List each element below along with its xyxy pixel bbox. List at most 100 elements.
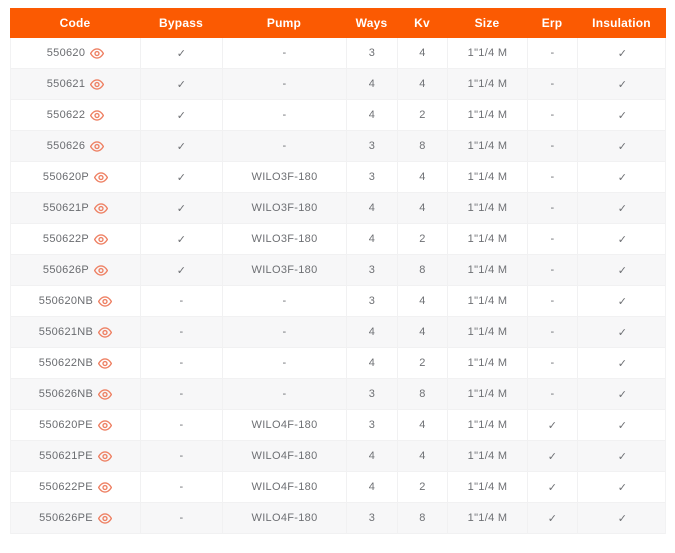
column-header-pump: Pump [222,8,346,38]
code-cell: 550626P [11,255,141,285]
size-cell: 1"1/4 M [448,503,528,533]
erp-cell: - [528,69,578,99]
code-cell: 550621PE [11,441,141,471]
pump-cell: WILO4F-180 [223,472,347,502]
code-cell: 550622 [11,100,141,130]
ways-cell: 3 [347,38,398,68]
eye-icon[interactable] [90,141,104,152]
product-code: 550626P [43,264,89,276]
table-row: 550620P ✓ WILO3F-180 3 4 1"1/4 M - ✓ [11,162,665,193]
pump-cell: - [223,286,347,316]
pump-cell: WILO3F-180 [223,162,347,192]
bypass-cell: - [141,379,223,409]
table-row: 550626P ✓ WILO3F-180 3 8 1"1/4 M - ✓ [11,255,665,286]
eye-icon[interactable] [94,234,108,245]
ways-cell: 4 [347,317,398,347]
eye-icon[interactable] [98,327,112,338]
kv-cell: 4 [398,410,448,440]
ways-cell: 4 [347,69,398,99]
kv-cell: 4 [398,38,448,68]
erp-cell: - [528,193,578,223]
eye-icon[interactable] [90,110,104,121]
size-cell: 1"1/4 M [448,69,528,99]
code-cell: 550621NB [11,317,141,347]
eye-icon[interactable] [98,296,112,307]
size-cell: 1"1/4 M [448,379,528,409]
eye-icon[interactable] [98,513,112,524]
insulation-cell: ✓ [578,348,667,378]
bypass-cell: - [141,472,223,502]
column-header-ways: Ways [346,8,397,38]
kv-cell: 2 [398,224,448,254]
eye-icon[interactable] [98,451,112,462]
eye-icon[interactable] [98,389,112,400]
erp-cell: - [528,224,578,254]
column-header-erp: Erp [527,8,577,38]
eye-icon[interactable] [94,265,108,276]
bypass-cell: ✓ [141,100,223,130]
code-cell: 550626NB [11,379,141,409]
insulation-cell: ✓ [578,503,667,533]
insulation-cell: ✓ [578,224,667,254]
erp-cell: ✓ [528,441,578,471]
insulation-cell: ✓ [578,472,667,502]
erp-cell: - [528,162,578,192]
product-code: 550621P [43,202,89,214]
table-row: 550621P ✓ WILO3F-180 4 4 1"1/4 M - ✓ [11,193,665,224]
table-row: 550622NB - - 4 2 1"1/4 M - ✓ [11,348,665,379]
kv-cell: 8 [398,503,448,533]
erp-cell: ✓ [528,472,578,502]
table-header-row: Code Bypass Pump Ways Kv Size Erp Insula… [10,8,666,38]
pump-cell: - [223,317,347,347]
bypass-cell: ✓ [141,69,223,99]
table-body: 550620 ✓ - 3 4 1"1/4 M - ✓ 550621 ✓ [10,38,666,534]
kv-cell: 4 [398,441,448,471]
product-code: 550622P [43,233,89,245]
table-row: 550621NB - - 4 4 1"1/4 M - ✓ [11,317,665,348]
column-header-bypass: Bypass [140,8,222,38]
code-cell: 550622NB [11,348,141,378]
bypass-cell: - [141,410,223,440]
eye-icon[interactable] [98,482,112,493]
size-cell: 1"1/4 M [448,317,528,347]
kv-cell: 4 [398,162,448,192]
code-cell: 550620PE [11,410,141,440]
product-code: 550620 [47,47,86,59]
insulation-cell: ✓ [578,410,667,440]
pump-cell: WILO3F-180 [223,224,347,254]
code-cell: 550621P [11,193,141,223]
insulation-cell: ✓ [578,379,667,409]
bypass-cell: ✓ [141,255,223,285]
kv-cell: 4 [398,69,448,99]
product-code: 550626PE [39,512,93,524]
bypass-cell: - [141,441,223,471]
ways-cell: 4 [347,193,398,223]
eye-icon[interactable] [98,358,112,369]
ways-cell: 3 [347,379,398,409]
ways-cell: 3 [347,162,398,192]
eye-icon[interactable] [94,172,108,183]
ways-cell: 4 [347,441,398,471]
erp-cell: ✓ [528,410,578,440]
product-code: 550622PE [39,481,93,493]
kv-cell: 2 [398,472,448,502]
kv-cell: 8 [398,379,448,409]
erp-cell: - [528,379,578,409]
table-row: 550620PE - WILO4F-180 3 4 1"1/4 M ✓ ✓ [11,410,665,441]
bypass-cell: - [141,503,223,533]
eye-icon[interactable] [90,79,104,90]
insulation-cell: ✓ [578,286,667,316]
ways-cell: 3 [347,131,398,161]
eye-icon[interactable] [98,420,112,431]
code-cell: 550621 [11,69,141,99]
size-cell: 1"1/4 M [448,348,528,378]
column-header-kv: Kv [397,8,447,38]
table-row: 550626PE - WILO4F-180 3 8 1"1/4 M ✓ ✓ [11,503,665,534]
product-code: 550626NB [39,388,93,400]
code-cell: 550622P [11,224,141,254]
pump-cell: - [223,379,347,409]
eye-icon[interactable] [90,48,104,59]
ways-cell: 4 [347,224,398,254]
eye-icon[interactable] [94,203,108,214]
pump-cell: - [223,131,347,161]
